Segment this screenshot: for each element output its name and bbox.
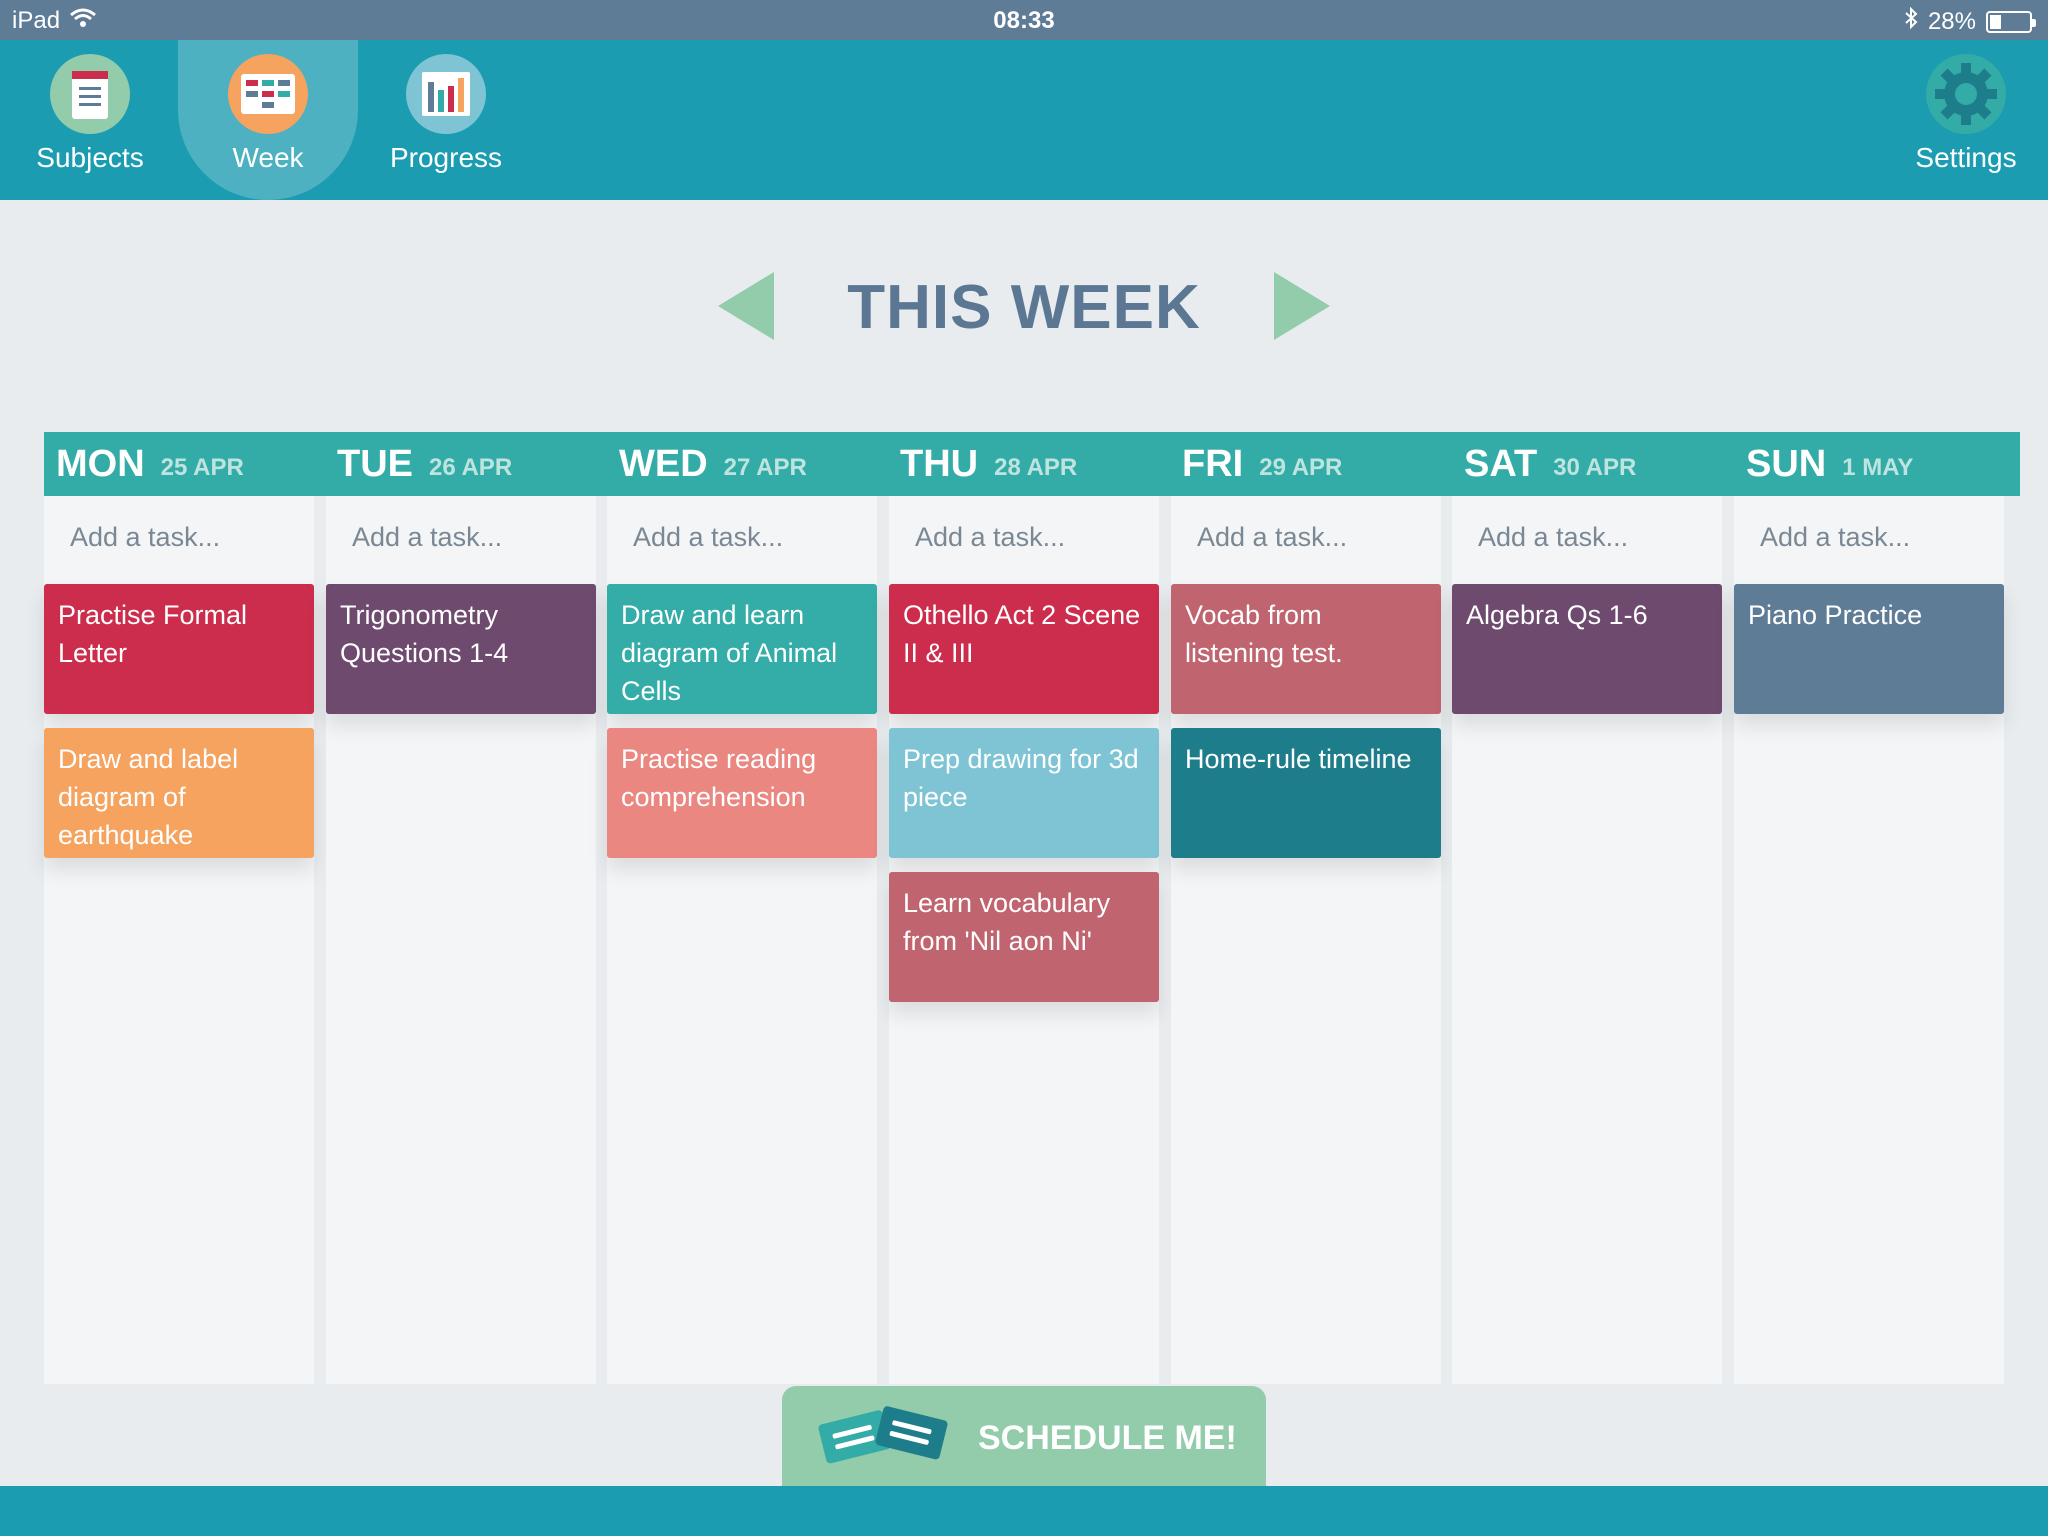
top-nav: Subjects Week Progress Settings: [0, 40, 2048, 200]
bluetooth-icon: [1904, 6, 1918, 36]
next-week-arrow-icon[interactable]: [1274, 272, 1330, 340]
nav-settings-label: Settings: [1915, 142, 2017, 173]
task-card[interactable]: Vocab from listening test.: [1171, 584, 1441, 714]
task-card[interactable]: Practise Formal Letter: [44, 584, 314, 714]
task-text: Practise Formal Letter: [58, 600, 248, 668]
task-text: Piano Practice: [1748, 600, 1923, 630]
gear-icon: [1926, 54, 2006, 134]
nav-progress-label: Progress: [389, 142, 503, 173]
battery-icon: [1986, 10, 2036, 33]
add-task-input[interactable]: Add a task...: [70, 522, 220, 553]
schedule-me-button[interactable]: SCHEDULE ME!: [782, 1386, 1266, 1490]
task-card[interactable]: Piano Practice: [1734, 584, 2004, 714]
day-column-sun: Add a task... Piano Practice: [1734, 496, 2004, 1384]
day-date: 29 APR: [1259, 454, 1343, 481]
nav-settings[interactable]: Settings: [1876, 40, 2048, 200]
task-text: Prep drawing for 3d piece: [903, 744, 1139, 812]
status-bar: iPad 08:33 28%: [0, 0, 2048, 40]
day-column-thu: Add a task... Othello Act 2 Scene II & I…: [889, 496, 1159, 1384]
status-time: 08:33: [993, 7, 1055, 34]
add-task-input[interactable]: Add a task...: [633, 522, 783, 553]
task-card[interactable]: Prep drawing for 3d piece: [889, 728, 1159, 858]
add-task-input[interactable]: Add a task...: [352, 522, 502, 553]
task-card[interactable]: Algebra Qs 1-6: [1452, 584, 1722, 714]
task-text: Vocab from listening test.: [1185, 600, 1343, 668]
page-title: THIS WEEK: [847, 273, 1201, 342]
task-text: Draw and label diagram of earthquake: [58, 744, 239, 850]
day-header-thu: THU 28 APR: [888, 432, 1077, 496]
add-task-input[interactable]: Add a task...: [1760, 522, 1910, 553]
schedule-cards-icon: [814, 1401, 954, 1476]
day-header-fri: FRI 29 APR: [1170, 432, 1342, 496]
week-header: THIS WEEK: [0, 200, 2048, 430]
day-name: SUN: [1746, 442, 1827, 485]
add-task-input[interactable]: Add a task...: [1478, 522, 1628, 553]
task-card[interactable]: Home-rule timeline: [1171, 728, 1441, 858]
day-header-wed: WED 27 APR: [607, 432, 807, 496]
task-text: Draw and learn diagram of Animal Cells: [621, 600, 838, 706]
day-name: WED: [619, 442, 708, 485]
task-card[interactable]: Othello Act 2 Scene II & III: [889, 584, 1159, 714]
day-date: 28 APR: [994, 454, 1078, 481]
task-text: Practise reading comprehension: [621, 744, 817, 812]
day-header-sat: SAT 30 APR: [1452, 432, 1636, 496]
bottom-bar: [0, 1486, 2048, 1536]
day-header-tue: TUE 26 APR: [325, 432, 512, 496]
nav-subjects[interactable]: Subjects: [0, 40, 180, 200]
task-text: Othello Act 2 Scene II & III: [903, 600, 1141, 668]
nav-week-label: Week: [232, 142, 304, 173]
day-name: THU: [900, 442, 979, 485]
task-text: Algebra Qs 1-6: [1466, 600, 1648, 630]
day-column-mon: Add a task... Practise Formal Letter Dra…: [44, 496, 314, 1384]
day-column-tue: Add a task... Trigonometry Questions 1-4: [326, 496, 596, 1384]
nav-week[interactable]: Week: [178, 40, 358, 200]
day-name: FRI: [1182, 442, 1244, 485]
week-icon: [228, 54, 308, 134]
day-name: MON: [56, 442, 145, 485]
day-column-sat: Add a task... Algebra Qs 1-6: [1452, 496, 1722, 1384]
day-date: 26 APR: [429, 454, 513, 481]
battery-percentage: 28%: [1927, 7, 1976, 35]
task-text: Home-rule timeline: [1185, 744, 1412, 774]
day-date: 27 APR: [723, 454, 807, 481]
nav-progress[interactable]: Progress: [356, 40, 536, 200]
day-date: 25 APR: [160, 454, 244, 481]
progress-icon: [406, 54, 486, 134]
subjects-icon: [50, 54, 130, 134]
task-card[interactable]: Draw and learn diagram of Animal Cells: [607, 584, 877, 714]
day-header-mon: MON 25 APR: [44, 432, 244, 496]
day-date: 1 MAY: [1842, 454, 1914, 481]
task-card[interactable]: Learn vocabulary from 'Nil aon Ni': [889, 872, 1159, 1002]
task-card[interactable]: Draw and label diagram of earthquake: [44, 728, 314, 858]
nav-subjects-label: Subjects: [36, 142, 144, 173]
day-header-sun: SUN 1 MAY: [1734, 432, 1913, 496]
day-name: SAT: [1464, 442, 1538, 485]
day-date: 30 APR: [1553, 454, 1637, 481]
task-text: Learn vocabulary from 'Nil aon Ni': [903, 888, 1111, 956]
task-card[interactable]: Trigonometry Questions 1-4: [326, 584, 596, 714]
day-name: TUE: [337, 442, 413, 485]
day-column-fri: Add a task... Vocab from listening test.…: [1171, 496, 1441, 1384]
task-card[interactable]: Practise reading comprehension: [607, 728, 877, 858]
task-text: Trigonometry Questions 1-4: [340, 600, 509, 668]
add-task-input[interactable]: Add a task...: [1197, 522, 1347, 553]
schedule-me-label: SCHEDULE ME!: [978, 1418, 1237, 1457]
add-task-input[interactable]: Add a task...: [915, 522, 1065, 553]
day-header-band: MON 25 APR TUE 26 APR WED 27 APR THU 28 APR …: [44, 432, 2020, 496]
day-column-wed: Add a task... Draw and learn diagram of …: [607, 496, 877, 1384]
